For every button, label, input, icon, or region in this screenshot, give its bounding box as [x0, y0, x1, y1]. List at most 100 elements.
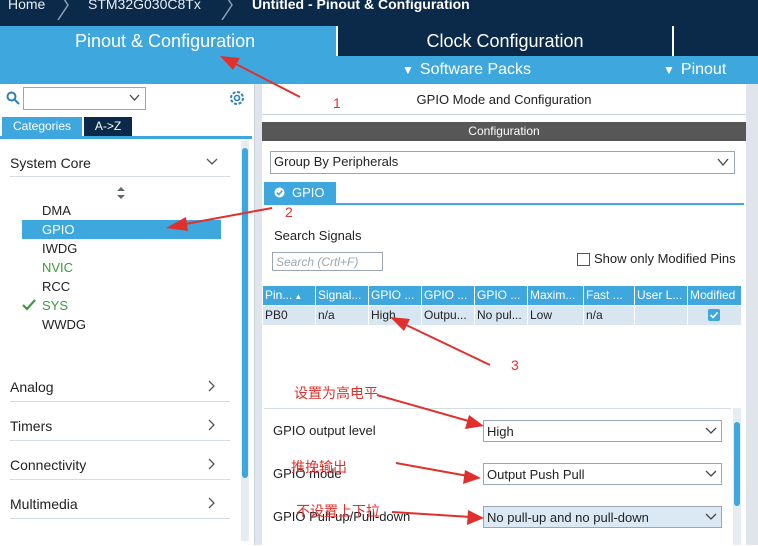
annotation-note: 设置为高电平: [294, 385, 378, 401]
check-circle-icon: [274, 187, 285, 198]
chevron-right-icon[interactable]: [206, 380, 218, 392]
sidebar-item-sys[interactable]: SYS: [42, 296, 212, 315]
chevron-right-icon[interactable]: [206, 458, 218, 470]
software-packs-label: Software Packs: [419, 61, 532, 78]
left-scrollbar-thumb[interactable]: [242, 148, 248, 478]
chevron-down-icon: [717, 158, 729, 167]
annotation-note: 不设置上下拉: [296, 503, 380, 519]
check-icon: [22, 299, 36, 311]
chevron-down-icon: [129, 94, 140, 101]
tab-categories[interactable]: Categories: [2, 117, 82, 136]
group-by-value: Group By Peripherals: [274, 154, 399, 169]
modified-checkbox[interactable]: [708, 309, 720, 321]
column-header-user-label[interactable]: User L...: [635, 286, 688, 305]
column-header-gpio-mode[interactable]: GPIO ...: [422, 286, 475, 305]
column-header-signal[interactable]: Signal...: [316, 286, 369, 305]
tab-pinout-label: Pinout & Configuration: [75, 31, 256, 51]
breadcrumb-separator-icon: [57, 0, 69, 20]
tab-clock-configuration[interactable]: Clock Configuration: [338, 26, 672, 56]
sidebar-item-nvic[interactable]: NVIC: [42, 258, 212, 277]
divider: [10, 440, 230, 441]
column-header-modified[interactable]: Modified: [688, 286, 741, 305]
section-timers[interactable]: Timers: [10, 412, 230, 440]
sidebar-item-gpio[interactable]: GPIO: [22, 220, 221, 239]
section-multimedia[interactable]: Multimedia: [10, 490, 230, 518]
sidebar-item-iwdg[interactable]: IWDG: [42, 239, 212, 258]
table-cell[interactable]: [635, 306, 688, 325]
gpio-output-level-select[interactable]: High: [483, 420, 722, 442]
annotation-number: 2: [285, 204, 293, 220]
column-header-gpio-output-level[interactable]: GPIO ...: [369, 286, 422, 305]
column-header-label: Pin...: [265, 288, 293, 302]
gear-icon[interactable]: [228, 89, 246, 107]
table-cell[interactable]: Outpu...: [422, 306, 475, 325]
table-cell[interactable]: No pul...: [475, 306, 528, 325]
tab-pinout-configuration[interactable]: Pinout & Configuration: [0, 26, 336, 56]
table-cell[interactable]: n/a: [316, 306, 369, 325]
sort-icon[interactable]: [116, 186, 126, 200]
column-header-gpio-pull[interactable]: GPIO ...: [475, 286, 528, 305]
tab-more[interactable]: [674, 26, 758, 56]
table-cell[interactable]: Low: [528, 306, 584, 325]
gpio-tab-underline: [264, 203, 744, 205]
tab-clock-label: Clock Configuration: [426, 31, 584, 51]
section-label: Timers: [10, 418, 53, 434]
breadcrumb-project[interactable]: Untitled - Pinout & Configuration: [252, 0, 470, 16]
software-packs-menu[interactable]: ▼ Software Packs: [402, 56, 531, 84]
sidebar-item-wwdg[interactable]: WWDG: [42, 315, 212, 334]
chevron-down-icon: [705, 470, 717, 477]
annotation-number: 3: [511, 357, 519, 373]
table-cell[interactable]: PB0: [263, 306, 316, 325]
column-header-pin[interactable]: Pin... ▲: [263, 286, 316, 305]
right-edge-strip: [746, 84, 758, 545]
properties-scrollbar-thumb[interactable]: [734, 422, 740, 506]
pinout-menu-label: Pinout: [680, 61, 727, 78]
divider: [10, 401, 230, 402]
divider: [10, 518, 230, 519]
chevron-right-icon[interactable]: [206, 419, 218, 431]
breadcrumb-device[interactable]: STM32G030C8Tx: [88, 0, 201, 16]
section-analog[interactable]: Analog: [10, 373, 230, 401]
menu-bar: [0, 56, 758, 84]
sort-asc-icon: ▲: [294, 292, 303, 301]
pinout-menu[interactable]: ▼ Pinout: [663, 56, 726, 84]
chevron-down-icon: ▼: [402, 63, 414, 77]
chevron-down-icon[interactable]: [206, 156, 218, 168]
annotation-number: 1: [333, 95, 341, 111]
chevron-down-icon: [705, 427, 717, 434]
chevron-down-icon: [705, 513, 717, 520]
section-label: Multimedia: [10, 496, 78, 512]
section-label: Connectivity: [10, 457, 87, 473]
section-label: Analog: [10, 379, 54, 395]
chevron-down-icon: ▼: [663, 63, 675, 77]
section-system-core[interactable]: System Core: [10, 149, 230, 177]
sidebar-item-rcc[interactable]: RCC: [42, 277, 212, 296]
chevron-right-icon[interactable]: [206, 497, 218, 509]
gpio-output-level-label: GPIO output level: [273, 423, 376, 438]
search-signals-input[interactable]: Search (Crtl+F): [272, 252, 383, 271]
divider: [10, 479, 230, 480]
breadcrumb-separator-icon: [221, 0, 233, 20]
section-connectivity[interactable]: Connectivity: [10, 451, 230, 479]
panel-divider[interactable]: [255, 84, 262, 545]
show-modified-checkbox[interactable]: [577, 253, 590, 266]
divider: [10, 176, 230, 177]
search-combo[interactable]: [23, 87, 146, 110]
tab-gpio-label: GPIO: [292, 185, 325, 200]
configuration-header: Configuration: [262, 122, 746, 141]
table-cell[interactable]: n/a: [584, 306, 635, 325]
category-tabs-divider: [0, 136, 252, 139]
section-label: System Core: [10, 155, 91, 171]
breadcrumb-home[interactable]: Home: [8, 0, 45, 16]
table-cell[interactable]: High: [369, 306, 422, 325]
annotation-note: 推挽输出: [291, 459, 347, 475]
gpio-mode-select[interactable]: Output Push Pull: [483, 463, 722, 485]
search-icon[interactable]: [6, 91, 20, 105]
column-header-max-speed[interactable]: Maxim...: [528, 286, 584, 305]
tab-gpio[interactable]: GPIO: [264, 182, 336, 203]
gpio-pull-select[interactable]: No pull-up and no pull-down: [483, 506, 722, 528]
column-header-fast-mode[interactable]: Fast ...: [584, 286, 635, 305]
search-signals-label: Search Signals: [274, 228, 362, 243]
sidebar-item-dma[interactable]: DMA: [42, 201, 212, 220]
tab-a-z[interactable]: A->Z: [84, 117, 132, 136]
